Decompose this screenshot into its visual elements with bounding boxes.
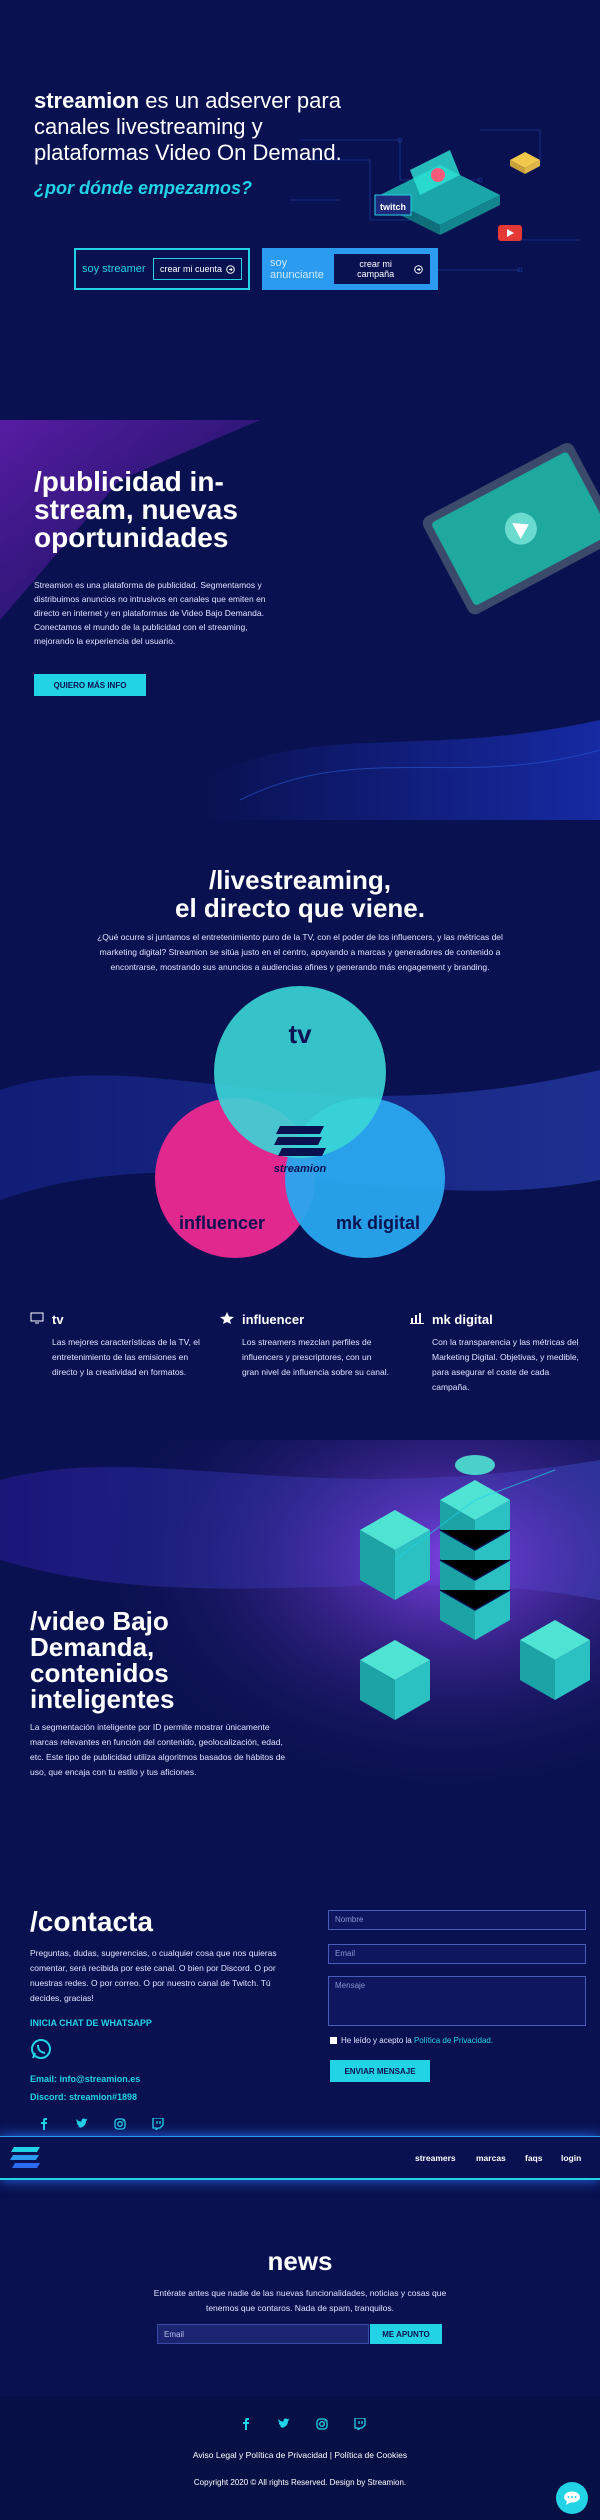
venn-influencer-label: influencer — [179, 1213, 265, 1233]
advertiser-label: soy anunciante — [270, 257, 324, 281]
contact-social-links — [38, 2118, 164, 2130]
news-text: Entérate antes que nadie de las nuevas f… — [153, 2288, 447, 2313]
chat-icon — [564, 2491, 580, 2505]
create-campaign-button[interactable]: crear mi campaña — [334, 254, 430, 284]
footer-legal-links[interactable]: Aviso Legal y Política de Privacidad | P… — [0, 2450, 600, 2460]
create-campaign-label: crear mi campaña — [357, 259, 395, 279]
footer-copyright: Copyright 2020 © All rights Reserved. De… — [193, 2478, 407, 2487]
hero-subtitle: ¿por dónde empezamos? — [34, 178, 253, 198]
twitch-icon[interactable] — [152, 2118, 164, 2130]
publicidad-title: /publicidad in-stream, nuevas oportunida… — [34, 466, 238, 553]
feature-tv: tv Las mejores características de la TV,… — [30, 1312, 200, 1380]
whatsapp-link[interactable]: INICIA CHAT DE WHATSAPP — [30, 2018, 152, 2028]
feature-mk-text: Con la transparencia y las métricas del … — [432, 1337, 579, 1392]
newsletter-email-input[interactable]: Email — [157, 2324, 369, 2344]
subscribe-button[interactable]: ME APUNTO — [370, 2324, 442, 2344]
privacy-policy-link[interactable]: Política de Privacidad. — [414, 2036, 493, 2045]
create-account-button[interactable]: crear mi cuenta — [152, 258, 242, 280]
feature-tv-text: Las mejores características de la TV, el… — [52, 1337, 200, 1377]
consent-text: He leído y acepto la — [341, 2036, 414, 2045]
arrow-right-icon — [226, 264, 235, 274]
whatsapp-icon[interactable] — [30, 2038, 52, 2060]
message-field[interactable]: Mensaje — [328, 1976, 586, 2026]
video-title: /video Bajo Demanda, contenidos intelige… — [30, 1606, 175, 1714]
email-field[interactable]: Email — [328, 1944, 586, 1964]
video-section: /video Bajo Demanda, contenidos intelige… — [0, 1440, 600, 1840]
venn-tv-label: tv — [288, 1019, 312, 1049]
star-icon — [220, 1312, 234, 1324]
streamer-label: soy streamer — [82, 263, 146, 275]
facebook-icon[interactable] — [240, 2418, 252, 2430]
svg-text:twitch: twitch — [380, 202, 406, 212]
livestreaming-title-line1: /livestreaming, — [208, 865, 392, 895]
nav-streamers[interactable]: streamers — [415, 2153, 456, 2163]
footer-social-links — [240, 2418, 366, 2430]
feature-influencer-title: influencer — [242, 1312, 305, 1327]
twitter-icon[interactable] — [278, 2418, 290, 2430]
instagram-icon[interactable] — [316, 2418, 328, 2430]
bar-chart-icon — [410, 1313, 424, 1324]
advertiser-cta-box: soy anunciante crear mi campaña — [262, 248, 438, 290]
feature-mk: mk digital Con la transparencia y las mé… — [410, 1312, 580, 1395]
venn-logo-text: streamion — [274, 1163, 327, 1175]
venn-diagram: tv influencer mk digital streamion — [0, 986, 600, 1258]
news-title: news — [267, 2246, 333, 2276]
publicidad-section: /publicidad in-stream, nuevas oportunida… — [0, 420, 600, 820]
hero-title: streamion es un adserver para canales li… — [34, 88, 342, 165]
name-field[interactable]: Nombre — [328, 1910, 586, 1930]
livestreaming-title: /livestreaming, el directo que viene. — [0, 866, 600, 922]
monitor-icon — [30, 1312, 44, 1324]
consent-checkbox[interactable] — [330, 2037, 337, 2044]
streamion-logo-mark — [274, 1126, 326, 1156]
venn-mk-label: mk digital — [336, 1213, 420, 1233]
arrow-right-icon — [414, 264, 423, 274]
livestreaming-title-line2: el directo que viene. — [175, 893, 425, 923]
bottom-navbar: streamers marcas faqs login — [0, 2136, 600, 2180]
send-message-button[interactable]: ENVIAR MENSAJE — [330, 2060, 430, 2082]
streamer-cta-box: soy streamer crear mi cuenta — [74, 248, 250, 290]
nav-marcas[interactable]: marcas — [476, 2153, 506, 2163]
feature-tv-title: tv — [52, 1312, 64, 1327]
privacy-consent: He leído y acepto la Política de Privaci… — [330, 2036, 493, 2045]
nav-faqs[interactable]: faqs — [525, 2153, 542, 2163]
create-account-label: crear mi cuenta — [159, 264, 222, 274]
instagram-icon[interactable] — [114, 2118, 126, 2130]
hero-section: twitch streamion es un adserver para can… — [0, 0, 600, 420]
livestreaming-text: ¿Qué ocurre si juntamos el entretenimien… — [97, 932, 503, 972]
streamion-logo-icon[interactable] — [10, 2147, 40, 2171]
more-info-button[interactable]: QUIERO MÁS INFO — [34, 674, 146, 696]
twitter-icon[interactable] — [76, 2118, 88, 2130]
nav-login[interactable]: login — [561, 2153, 581, 2163]
feature-influencer: influencer Los streamers mezclan perfile… — [220, 1312, 390, 1380]
contact-text: Preguntas, dudas, sugerencias, o cualqui… — [30, 1948, 277, 2003]
twitch-icon[interactable] — [354, 2418, 366, 2430]
feature-mk-title: mk digital — [432, 1312, 493, 1327]
facebook-icon[interactable] — [38, 2118, 50, 2130]
contact-email[interactable]: Email: info@streamion.es — [30, 2074, 140, 2084]
contact-title: /contacta — [30, 1906, 153, 1937]
chat-button[interactable] — [556, 2482, 588, 2514]
feature-influencer-text: Los streamers mezclan perfiles de influe… — [242, 1337, 389, 1377]
contact-discord[interactable]: Discord: streamion#1898 — [30, 2092, 137, 2102]
video-text: La segmentación inteligente por ID permi… — [30, 1722, 286, 1777]
publicidad-text: Streamion es una plataforma de publicida… — [34, 580, 266, 646]
